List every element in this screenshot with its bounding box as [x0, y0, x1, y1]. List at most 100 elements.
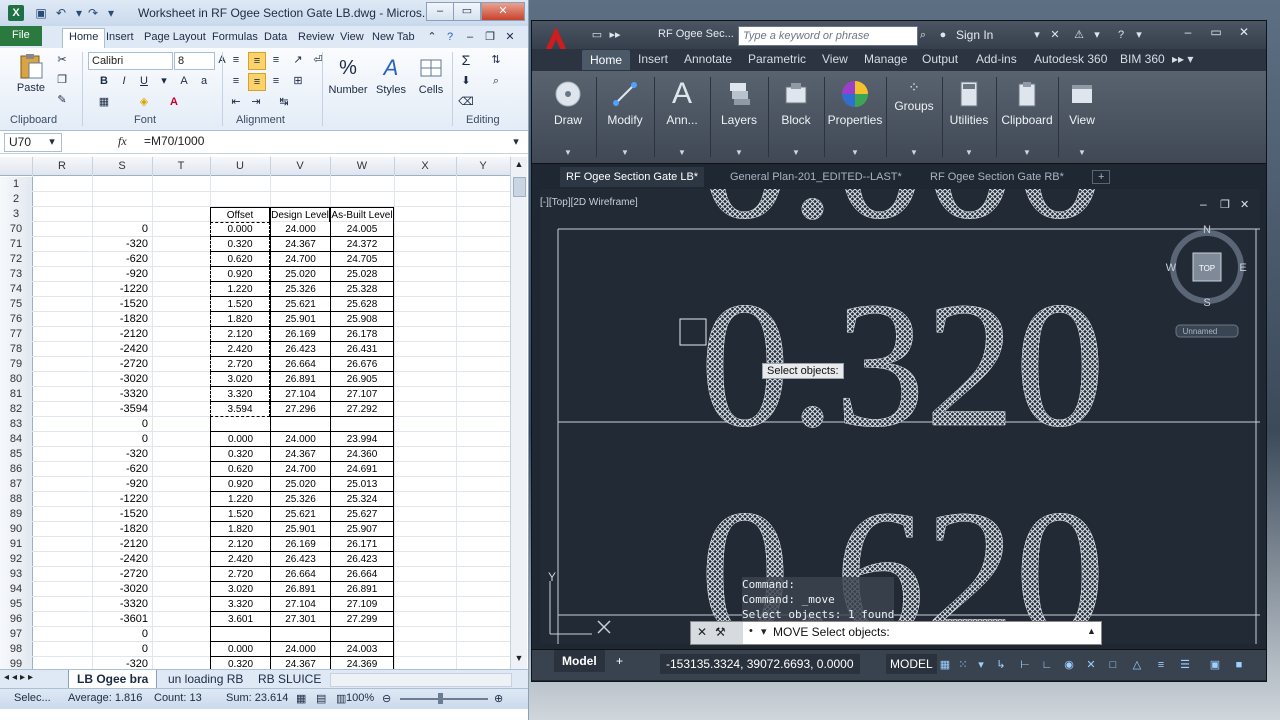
clean-screen-icon[interactable]: ▣: [1208, 658, 1222, 672]
cell-v[interactable]: 24.367: [270, 447, 330, 462]
annotation-scale-icon[interactable]: △: [1130, 658, 1144, 672]
cell-s[interactable]: -1520: [92, 507, 152, 522]
fill-icon[interactable]: ⬇: [458, 73, 474, 89]
excel-logo-icon[interactable]: X: [8, 5, 24, 21]
row-header[interactable]: 83: [0, 417, 33, 433]
sort-filter-icon[interactable]: ⇅: [488, 52, 504, 68]
tab-file[interactable]: File: [0, 26, 42, 46]
cell-s[interactable]: -3601: [92, 612, 152, 627]
cell-s[interactable]: 0: [92, 222, 152, 237]
align-middle-icon[interactable]: ≡: [248, 52, 266, 70]
cell-w[interactable]: 25.324: [330, 492, 394, 507]
copy-icon[interactable]: ❐: [54, 72, 70, 88]
cell-v[interactable]: 26.891: [270, 372, 330, 387]
grid-icon[interactable]: ▦: [938, 658, 952, 672]
search-input[interactable]: Type a keyword or phrase: [738, 26, 918, 46]
tab-output[interactable]: Output: [922, 52, 958, 66]
cell-w[interactable]: [330, 627, 394, 642]
font-grow-icon[interactable]: A: [176, 73, 192, 89]
row-header[interactable]: 78: [0, 342, 33, 358]
doc-tab-general-plan[interactable]: General Plan-201_EDITED--LAST*: [724, 167, 908, 187]
polar-tracking-icon[interactable]: ◉: [1062, 658, 1076, 672]
tab-autodesk-360[interactable]: Autodesk 360: [1034, 52, 1107, 66]
cell-s[interactable]: 0: [92, 642, 152, 657]
help-icon[interactable]: ?: [442, 29, 458, 45]
row-header[interactable]: 81: [0, 387, 33, 403]
command-line[interactable]: ✕ ⚒ • ▾ MOVE Select objects: ▲: [690, 621, 1102, 645]
cell-w[interactable]: 26.431: [330, 342, 394, 357]
cell-v[interactable]: [270, 417, 330, 432]
dropdown-icon[interactable]: ▾: [72, 6, 86, 20]
window-restore-icon[interactable]: ❐: [482, 29, 498, 45]
cell-s[interactable]: -620: [92, 252, 152, 267]
header-cell-offset[interactable]: Offset: [210, 207, 270, 222]
dropdown-icon[interactable]: ▾: [1090, 28, 1104, 42]
row-header[interactable]: 82: [0, 402, 33, 418]
tab-page-layout[interactable]: Page Layout: [138, 29, 212, 45]
column-header-x[interactable]: X: [394, 157, 457, 175]
row-header[interactable]: 70: [0, 222, 33, 238]
dropdown-icon[interactable]: ▾: [1132, 28, 1146, 42]
block-panel[interactable]: Block ▼: [768, 75, 824, 159]
cell-v[interactable]: 26.423: [270, 342, 330, 357]
tab-bim-360[interactable]: BIM 360: [1120, 52, 1165, 66]
row-header[interactable]: 89: [0, 507, 33, 523]
redo-icon[interactable]: ↷: [86, 6, 100, 20]
cell-v[interactable]: 25.901: [270, 312, 330, 327]
cell-w[interactable]: 26.891: [330, 582, 394, 597]
cell-u[interactable]: 2.420: [210, 342, 270, 357]
cell-u[interactable]: 1.520: [210, 297, 270, 312]
cell-s[interactable]: 0: [92, 432, 152, 447]
cells-button[interactable]: Cells: [414, 54, 448, 96]
align-top-icon[interactable]: ≡: [228, 52, 244, 68]
cell-w[interactable]: 26.423: [330, 552, 394, 567]
more-icon[interactable]: ▸▸: [608, 28, 622, 42]
object-snap-icon[interactable]: □: [1106, 658, 1120, 672]
cell-u[interactable]: 3.020: [210, 372, 270, 387]
cell-u[interactable]: 1.820: [210, 522, 270, 537]
cell-w[interactable]: 27.299: [330, 612, 394, 627]
dropdown-icon[interactable]: ▾: [974, 658, 988, 672]
cell-w[interactable]: 27.107: [330, 387, 394, 402]
tab-add-ins[interactable]: Add-ins: [976, 52, 1017, 66]
cell-s[interactable]: 0: [92, 627, 152, 642]
tab-view[interactable]: View: [334, 29, 370, 45]
viewport-label[interactable]: [-][Top][2D Wireframe]: [540, 197, 638, 208]
scroll-up-icon[interactable]: ▲: [513, 159, 525, 171]
modify-panel[interactable]: Modify ▼: [596, 75, 654, 159]
row-header[interactable]: 95: [0, 597, 33, 613]
cell-s[interactable]: -1820: [92, 312, 152, 327]
cell-s[interactable]: -3020: [92, 372, 152, 387]
tab-formulas[interactable]: Formulas: [206, 29, 264, 45]
sheet-tab-unloading-rb[interactable]: un loading RB: [160, 670, 251, 688]
cell-s[interactable]: -320: [92, 657, 152, 669]
cell-v[interactable]: 26.664: [270, 357, 330, 372]
clipboard-panel[interactable]: Clipboard ▼: [996, 75, 1058, 159]
cell-w[interactable]: 27.292: [330, 402, 394, 417]
viewport-close-icon[interactable]: ✕: [1240, 199, 1249, 211]
row-header[interactable]: 79: [0, 357, 33, 373]
cell-s[interactable]: -2720: [92, 357, 152, 372]
cell-w[interactable]: 24.372: [330, 237, 394, 252]
minimize-ribbon-icon[interactable]: ⌃: [424, 29, 440, 45]
cell-s[interactable]: -920: [92, 267, 152, 282]
cell-v[interactable]: 26.891: [270, 582, 330, 597]
close-icon[interactable]: ✕: [697, 625, 707, 639]
clear-icon[interactable]: ⌫: [458, 94, 474, 110]
cell-w[interactable]: 26.664: [330, 567, 394, 582]
cell-v[interactable]: 24.700: [270, 252, 330, 267]
cell-s[interactable]: -3320: [92, 597, 152, 612]
cell-v[interactable]: 24.700: [270, 462, 330, 477]
close-icon[interactable]: [597, 620, 611, 634]
cell-u[interactable]: 0.920: [210, 267, 270, 282]
cell-u[interactable]: 0.000: [210, 642, 270, 657]
cell-w[interactable]: 25.328: [330, 282, 394, 297]
scroll-down-icon[interactable]: ▼: [513, 653, 525, 665]
cell-u[interactable]: 0.000: [210, 222, 270, 237]
view-page-layout-icon[interactable]: ▤: [316, 692, 326, 705]
cell-w[interactable]: 24.005: [330, 222, 394, 237]
utilities-panel[interactable]: Utilities ▼: [942, 75, 996, 159]
cell-w[interactable]: 25.028: [330, 267, 394, 282]
cell-s[interactable]: -2120: [92, 537, 152, 552]
maximize-button[interactable]: ▭: [453, 2, 481, 21]
